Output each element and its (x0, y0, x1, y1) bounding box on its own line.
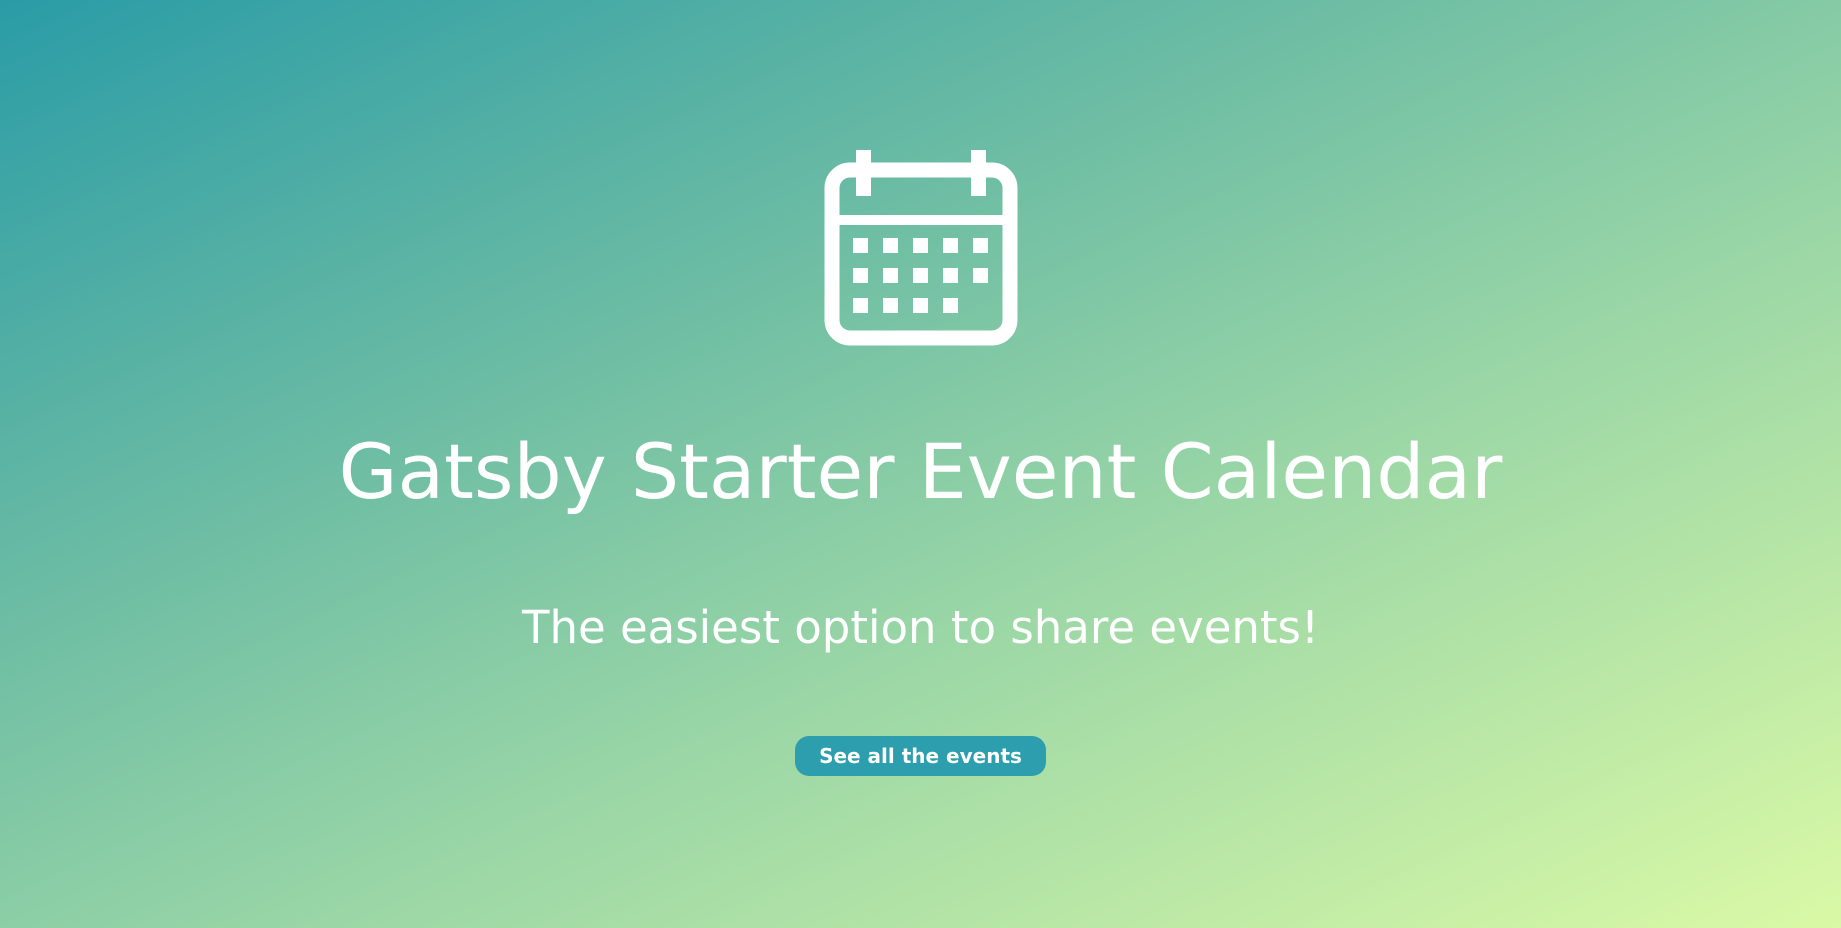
page-subtitle: The easiest option to share events! (521, 601, 1320, 654)
hero-section: Gatsby Starter Event Calendar The easies… (0, 0, 1841, 928)
calendar-icon (824, 150, 1018, 346)
page-title: Gatsby Starter Event Calendar (338, 427, 1503, 516)
see-all-events-button[interactable]: See all the events (795, 736, 1046, 776)
